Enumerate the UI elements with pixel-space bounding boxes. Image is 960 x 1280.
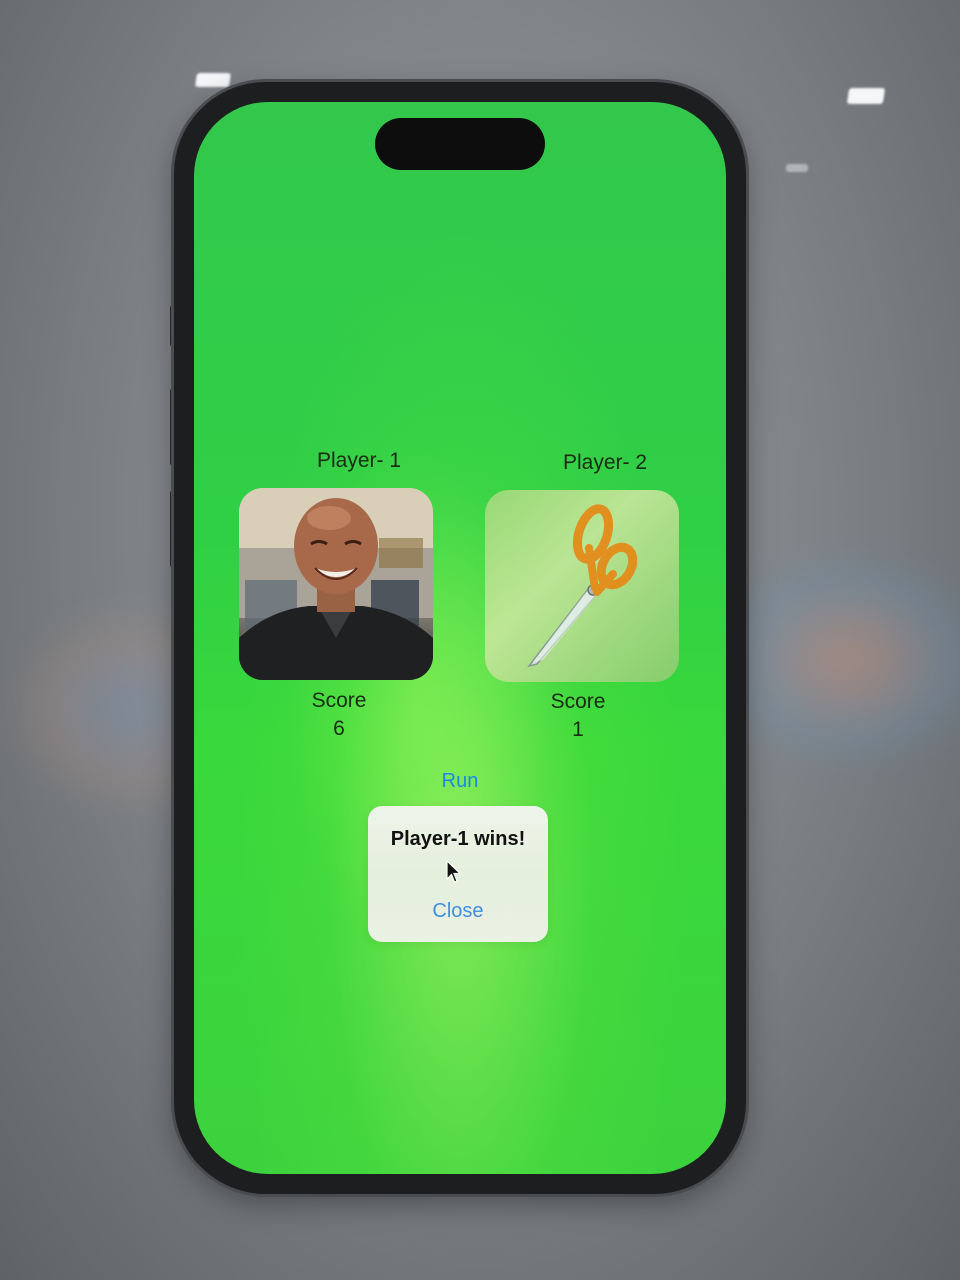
ceiling-light-reflection [786, 164, 808, 172]
close-button[interactable]: Close [368, 900, 548, 923]
person-photo [239, 488, 433, 680]
app-screen: Player- 1 Player- 2 Score 6 Score 1 Run … [194, 102, 726, 1174]
player-2-choice-image [485, 490, 679, 682]
dynamic-island [375, 118, 545, 170]
player-1-label: Player- 1 [316, 449, 402, 472]
player-1-score-label: Score [311, 689, 367, 712]
scissors-icon [527, 504, 638, 668]
player-2-score-label: Score [550, 690, 606, 713]
player-1-score-value: 6 [333, 717, 345, 740]
player-1-choice-image [239, 488, 433, 680]
alert-title: Player-1 wins! [390, 828, 526, 850]
run-button[interactable]: Run [408, 770, 512, 793]
screen-moire-reflection [720, 560, 960, 760]
player-2-label: Player- 2 [562, 451, 648, 474]
ceiling-light-reflection [195, 73, 231, 87]
phone-frame: Player- 1 Player- 2 Score 6 Score 1 Run … [174, 82, 746, 1194]
player-2-score-value: 1 [572, 718, 584, 741]
mouse-cursor-icon [446, 860, 462, 883]
ceiling-light-reflection [846, 88, 886, 104]
